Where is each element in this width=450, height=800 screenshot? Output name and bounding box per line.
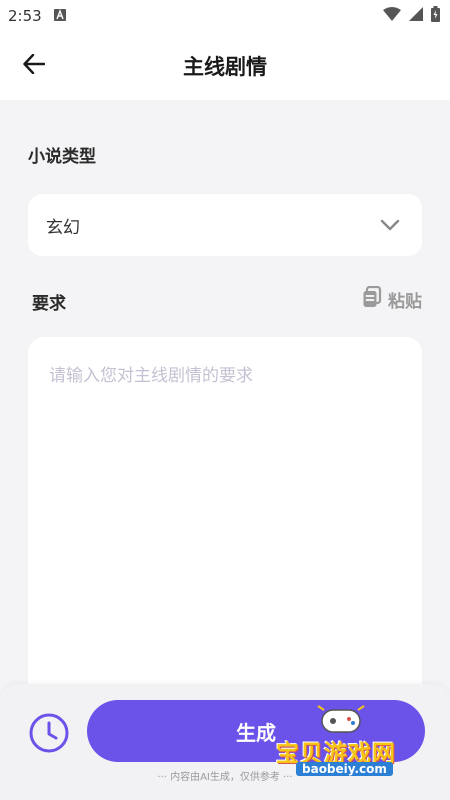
disclaimer-text: ··· 内容由AI生成，仅供参考 ···: [157, 772, 293, 783]
status-right: [383, 6, 440, 26]
status-bar: 2:53: [0, 0, 450, 32]
battery-icon: [431, 6, 440, 26]
history-button[interactable]: [26, 712, 72, 758]
back-button[interactable]: [14, 48, 54, 84]
chevron-down-icon: [380, 216, 400, 235]
clock-icon: [28, 712, 70, 758]
clipboard-icon: [362, 285, 382, 313]
wifi-icon: [383, 7, 401, 25]
generate-button[interactable]: 生成: [87, 700, 425, 762]
genre-label: 小说类型: [28, 147, 96, 167]
genre-select[interactable]: 玄幻: [28, 194, 422, 256]
app-bar: 主线剧情: [0, 32, 450, 100]
paste-label: 粘贴: [388, 291, 422, 312]
genre-select-value: 玄幻: [46, 217, 80, 238]
page-title: 主线剧情: [183, 55, 267, 79]
arrow-left-icon: [23, 53, 46, 78]
a-letter-icon: [53, 7, 66, 25]
status-left: 2:53: [8, 7, 66, 25]
status-time: 2:53: [8, 7, 42, 25]
bottom-bar: 生成 ··· 内容由AI生成，仅供参考 ···: [0, 684, 450, 800]
paste-button[interactable]: 粘贴: [362, 285, 422, 313]
signal-icon: [409, 7, 423, 25]
requirement-label: 要求: [32, 294, 66, 314]
requirement-input[interactable]: [28, 337, 422, 697]
